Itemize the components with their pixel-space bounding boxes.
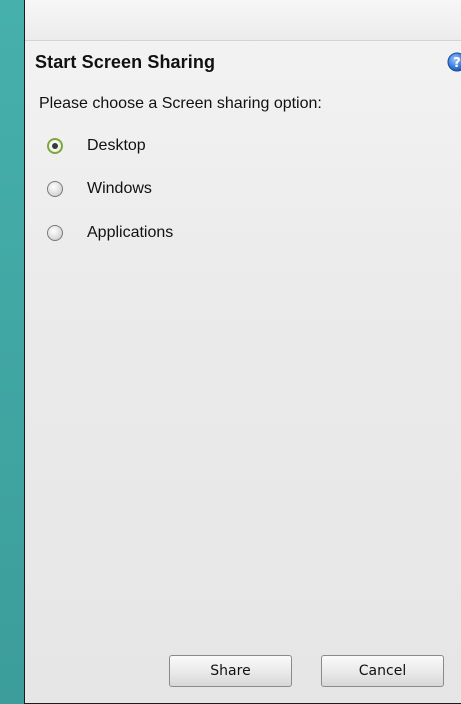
- radio-desktop[interactable]: [47, 138, 63, 154]
- dialog-title: Start Screen Sharing: [35, 52, 216, 72]
- screen-sharing-dialog: Start Screen Sharing ? Please choose a S…: [24, 0, 461, 704]
- option-desktop[interactable]: Desktop: [47, 137, 146, 155]
- option-label-desktop: Desktop: [87, 137, 146, 154]
- radio-applications[interactable]: [47, 225, 63, 241]
- help-icon[interactable]: ?: [447, 52, 461, 72]
- share-button[interactable]: Share: [169, 655, 292, 687]
- option-windows[interactable]: Windows: [47, 180, 152, 198]
- instruction-text: Please choose a Screen sharing option:: [39, 95, 322, 112]
- option-label-windows: Windows: [87, 180, 152, 197]
- svg-text:?: ?: [453, 56, 461, 71]
- option-applications[interactable]: Applications: [47, 224, 173, 242]
- option-label-applications: Applications: [87, 224, 174, 241]
- radio-windows[interactable]: [47, 181, 63, 197]
- cancel-button[interactable]: Cancel: [321, 655, 444, 687]
- dialog-title-bar: [25, 0, 461, 41]
